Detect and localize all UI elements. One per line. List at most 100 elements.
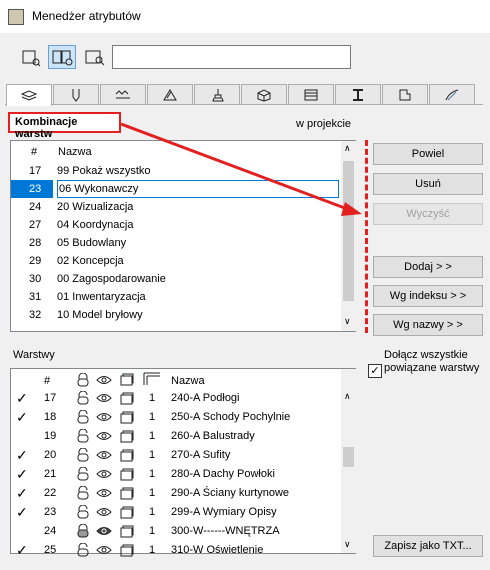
layer-row[interactable]: ✓ 18 1 250-A Schody Pochylnie [11, 408, 341, 426]
combination-num: 17 [29, 165, 42, 177]
combination-row[interactable]: 17 99 Pokaż wszystko [11, 162, 341, 180]
layer-row[interactable]: ✓ 20 1 270-A Sufity [11, 446, 341, 464]
layer-name: 250-A Schody Pochylnie [171, 411, 291, 423]
by-name-button[interactable]: Wg nazwy > > [373, 314, 483, 336]
combination-row[interactable]: 30 00 Zagospodarowanie [11, 270, 341, 288]
layer-row[interactable]: ✓ 17 1 240-A Podłogi [11, 389, 341, 407]
layer-row[interactable]: 24 1 300-W------WNĘTRZA [11, 522, 341, 540]
eye-icon[interactable] [96, 429, 112, 443]
combination-num: 27 [29, 219, 42, 231]
combination-num: 31 [29, 291, 42, 303]
tab-zones[interactable] [382, 84, 428, 104]
layer-include-check[interactable]: ✓ [16, 503, 28, 521]
layers-scroll-thumb[interactable] [343, 447, 354, 467]
include-all-checkbox[interactable]: ✓ [368, 364, 382, 378]
combination-name: 05 Budowlany [57, 237, 127, 249]
tab-line-types[interactable] [100, 84, 146, 104]
solid-view-icon[interactable] [119, 448, 135, 462]
solid-view-icon[interactable] [119, 524, 135, 538]
unlocked-icon[interactable] [75, 410, 91, 424]
eye-icon[interactable] [96, 467, 112, 481]
combination-name[interactable]: 06 Wykonawczy [57, 180, 339, 198]
layer-include-check[interactable]: ✓ [16, 389, 28, 407]
combination-name: 99 Pokaż wszystko [57, 165, 151, 177]
locked-icon[interactable] [75, 524, 91, 538]
column-header-name: Nazwa [58, 146, 92, 158]
scroll-up-icon[interactable]: ∧ [344, 143, 351, 154]
combination-row[interactable]: 29 02 Koncepcja [11, 252, 341, 270]
layers-scrollbar[interactable]: ∧ ∨ [341, 369, 356, 553]
solid-view-icon[interactable] [119, 467, 135, 481]
solid-view-icon[interactable] [119, 505, 135, 519]
tab-building-materials[interactable] [241, 84, 287, 104]
search-input[interactable] [112, 45, 351, 69]
unlocked-icon[interactable] [75, 467, 91, 481]
layers-scroll-up-icon[interactable]: ∧ [344, 391, 351, 402]
combination-row[interactable]: 24 20 Wizualizacja [11, 198, 341, 216]
combination-name: 01 Inwentaryzacja [57, 291, 146, 303]
tab-pens[interactable] [53, 84, 99, 104]
layer-include-check[interactable]: ✓ [16, 408, 28, 426]
scroll-down-icon[interactable]: ∨ [344, 316, 351, 327]
unlocked-icon[interactable] [75, 486, 91, 500]
solid-view-icon[interactable] [119, 391, 135, 405]
eye-icon[interactable] [96, 486, 112, 500]
layer-row[interactable]: 19 1 260-A Balustrady [11, 427, 341, 445]
scroll-thumb[interactable] [343, 161, 354, 301]
layer-intersection-group: 1 [149, 468, 156, 480]
tab-fills[interactable] [147, 84, 193, 104]
zone-icon [399, 89, 411, 100]
layers-icon [21, 89, 37, 101]
layer-row[interactable]: ✓ 23 1 299-A Wymiary Opisy [11, 503, 341, 521]
brush-icon [212, 88, 224, 101]
combination-row[interactable]: 32 10 Model bryłowy [11, 306, 341, 324]
layer-include-check[interactable]: ✓ [16, 541, 28, 559]
layer-include-check[interactable]: ✓ [16, 484, 28, 502]
solid-view-icon[interactable] [119, 429, 135, 443]
save-txt-button[interactable]: Zapisz jako TXT... [373, 535, 483, 557]
combination-row[interactable]: 23 06 Wykonawczy [11, 180, 341, 198]
tab-operation-profiles[interactable] [429, 84, 475, 104]
unlocked-icon[interactable] [75, 448, 91, 462]
layer-include-check[interactable]: ✓ [16, 446, 28, 464]
duplicate-button[interactable]: Powiel [373, 143, 483, 165]
preview-view-button[interactable] [80, 45, 108, 69]
clear-button[interactable]: Wyczyść [373, 203, 483, 225]
combination-row[interactable]: 27 04 Koordynacja [11, 216, 341, 234]
add-button[interactable]: Dodaj > > [373, 256, 483, 278]
split-view-button[interactable] [48, 45, 76, 69]
eye-icon[interactable] [96, 410, 112, 424]
delete-button[interactable]: Usuń [373, 173, 483, 195]
mode-label: w projekcie [296, 118, 352, 130]
unlocked-icon[interactable] [75, 505, 91, 519]
layer-name: 310-W Oświetlenie [171, 544, 264, 556]
visibility-eye-icon [96, 376, 112, 384]
list-view-button[interactable] [16, 45, 44, 69]
tab-composites[interactable] [288, 84, 334, 104]
eye-icon[interactable] [96, 505, 112, 519]
combinations-scrollbar[interactable]: ∧ ∨ [341, 141, 356, 331]
layer-num: 23 [44, 506, 57, 518]
combination-row[interactable]: 31 01 Inwentaryzacja [11, 288, 341, 306]
eye-icon[interactable] [96, 448, 112, 462]
layers-scroll-down-icon[interactable]: ∨ [344, 539, 351, 550]
unlocked-icon[interactable] [75, 543, 91, 557]
layer-row[interactable]: ✓ 22 1 290-A Ściany kurtynowe [11, 484, 341, 502]
combination-row[interactable]: 28 05 Budowlany [11, 234, 341, 252]
layer-row[interactable]: ✓ 21 1 280-A Dachy Powłoki [11, 465, 341, 483]
combination-num: 29 [29, 255, 42, 267]
hidden-eye-icon[interactable] [96, 524, 112, 538]
eye-icon[interactable] [96, 543, 112, 557]
layer-row[interactable]: ✓ 25 1 310-W Oświetlenie [11, 541, 341, 559]
solid-view-icon[interactable] [119, 543, 135, 557]
eye-icon[interactable] [96, 391, 112, 405]
by-index-button[interactable]: Wg indeksu > > [373, 285, 483, 307]
solid-view-icon[interactable] [119, 486, 135, 500]
solid-view-icon[interactable] [119, 410, 135, 424]
tab-layers[interactable] [6, 84, 52, 106]
unlocked-icon[interactable] [75, 429, 91, 443]
layer-include-check[interactable]: ✓ [16, 465, 28, 483]
tab-surfaces[interactable] [194, 84, 240, 104]
tab-profiles[interactable] [335, 84, 381, 104]
unlocked-icon[interactable] [75, 391, 91, 405]
